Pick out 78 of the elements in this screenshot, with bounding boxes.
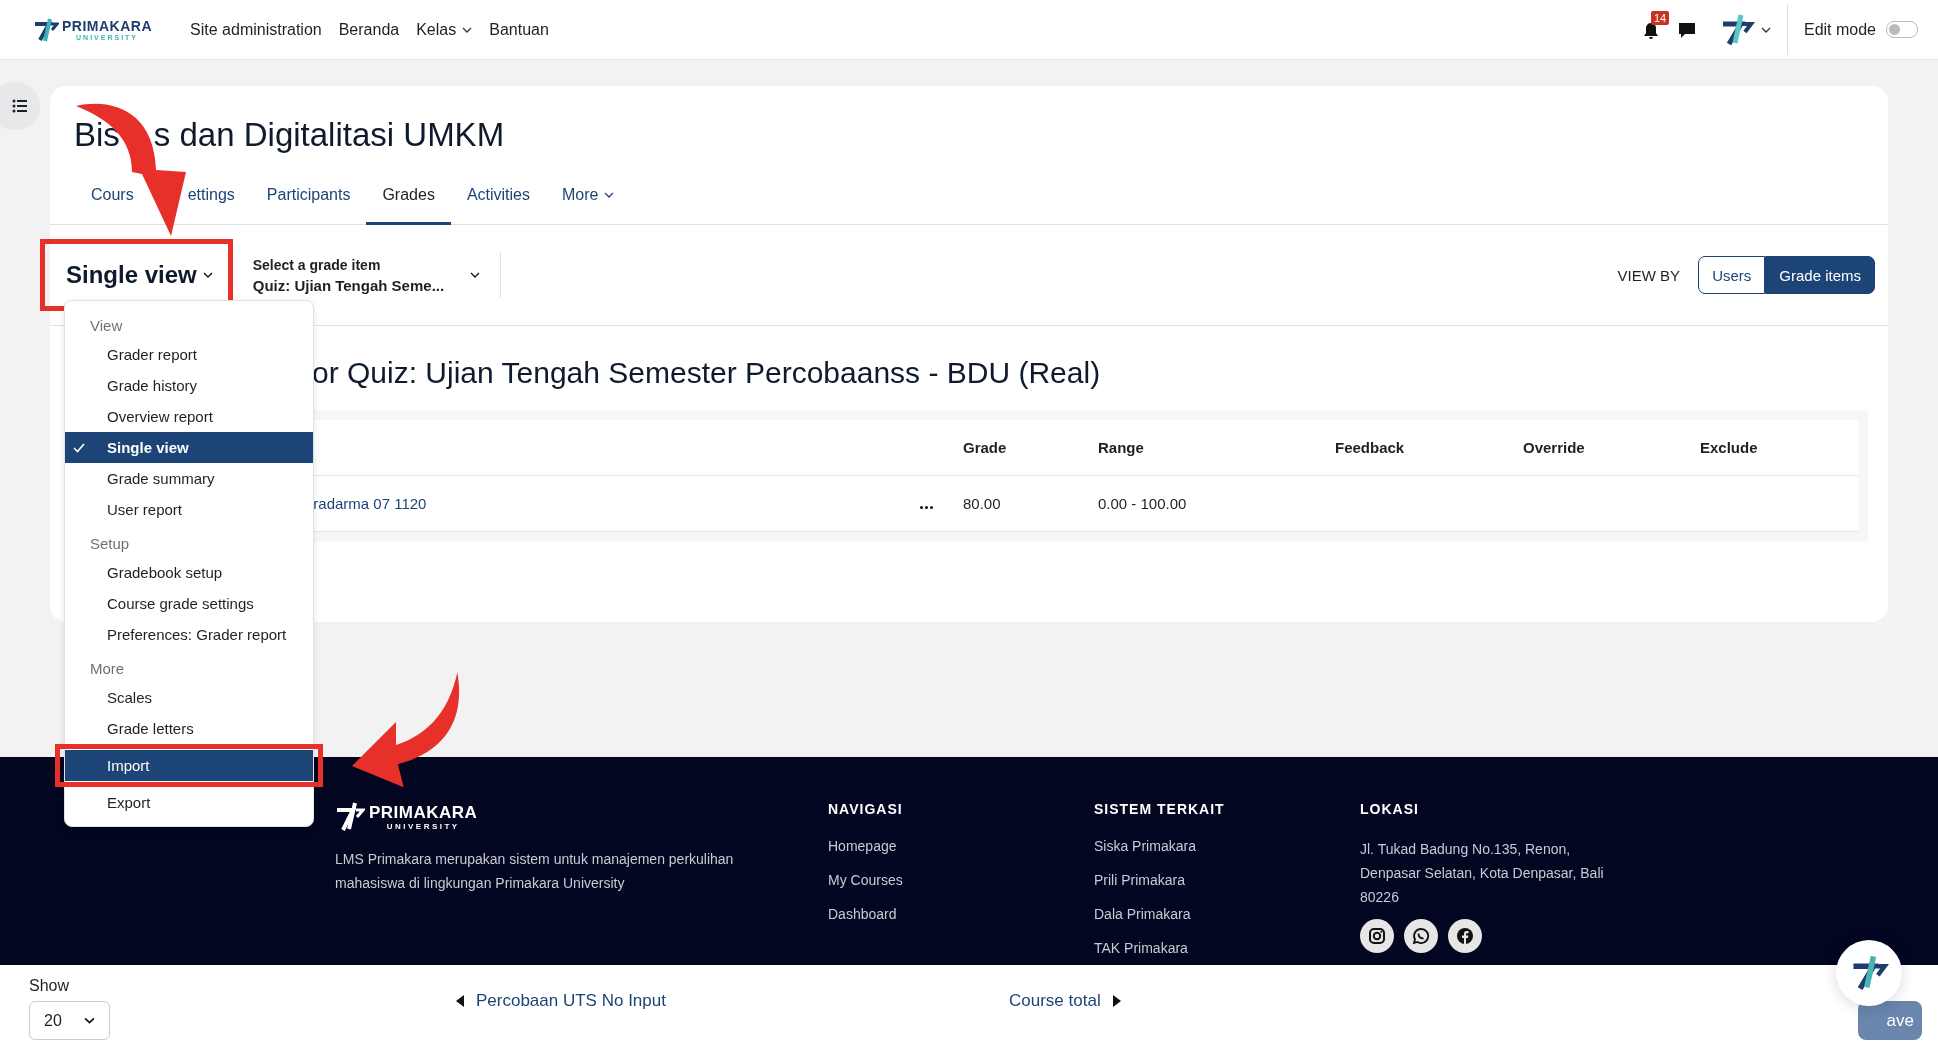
footer-link[interactable]: Prili Primakara: [1094, 863, 1360, 897]
chevron-icon: [470, 272, 481, 278]
course-tab[interactable]: Cours ettings: [75, 176, 251, 225]
menu-group-title: View: [89, 316, 124, 336]
column-header: Grade: [963, 439, 1007, 456]
course-tab[interactable]: Participants: [250, 176, 367, 225]
menu-item[interactable]: Single view: [65, 432, 313, 463]
menu-item[interactable]: Grader report: [65, 339, 313, 370]
column-header: Override: [1523, 439, 1585, 456]
address: Jl. Tukad Badung No.135, Renon, Denpasar Selatan, Kota Denpasar, Bali 80226: [1360, 840, 1605, 907]
footer-heading: NAVIGASI: [828, 801, 904, 817]
menu-item[interactable]: Grade summary: [65, 463, 313, 494]
view-by-label: VIEW BY: [1617, 266, 1681, 284]
column-header: Range: [1098, 439, 1144, 456]
footer-link[interactable]: My Courses: [828, 863, 1094, 897]
page-size-select[interactable]: 20: [29, 1001, 110, 1040]
triangle-left-icon: [456, 995, 464, 1007]
footer-link[interactable]: Siska Primakara: [1094, 829, 1360, 863]
menu-item[interactable]: Grade letters: [65, 713, 313, 744]
notification-badge: 14: [1650, 10, 1670, 25]
chevron-icon: [84, 1017, 95, 1024]
menu-item[interactable]: Preferences: Grader report: [65, 619, 313, 650]
nav-link[interactable]: Beranda: [338, 20, 400, 39]
column-header: Feedback: [1335, 439, 1405, 456]
chevron-icon[interactable]: [1760, 26, 1771, 33]
edit-mode-toggle[interactable]: [1886, 21, 1918, 38]
course-title: s dan Digitalitasi UMKM: [153, 116, 505, 154]
whatsapp-icon[interactable]: [1404, 919, 1438, 953]
course-tab[interactable]: Activities: [450, 176, 546, 225]
brand-name: PRIMAKARA: [62, 18, 153, 33]
nav-link[interactable]: Kelas: [416, 20, 473, 39]
brand-subtitle: UNIVERSITY: [386, 822, 460, 831]
triangle-right-icon: [1112, 995, 1121, 1007]
footer-link[interactable]: Dala Primakara: [1094, 897, 1360, 931]
menu-item[interactable]: Scales: [65, 682, 313, 713]
next-item-link[interactable]: Course total: [1009, 991, 1121, 1011]
footer-link[interactable]: TAK Primakara: [1094, 931, 1360, 965]
menu-group-title: Setup: [89, 534, 131, 554]
menu-group-title: More: [89, 659, 126, 679]
logo-icon[interactable]: [33, 16, 59, 43]
brand-name: PRIMAKARA: [369, 803, 478, 821]
menu-item[interactable]: Course grade settings: [65, 588, 313, 619]
footer-heading: LOKASI: [1360, 801, 1420, 817]
view-by-option[interactable]: Users: [1698, 256, 1766, 294]
save-button[interactable]: ave: [1858, 1001, 1922, 1040]
facebook-icon[interactable]: [1448, 919, 1482, 953]
show-label: Show: [29, 977, 71, 995]
column-header: Exclude: [1700, 439, 1758, 456]
grade-item-selector[interactable]: Select a grade item Quiz: Ujian Tengah Seme...: [252, 256, 481, 294]
drawer-toggle-button[interactable]: [0, 82, 40, 130]
menu-item[interactable]: Import: [65, 750, 313, 781]
course-tab[interactable]: Grades: [366, 176, 451, 225]
edit-mode-label: Edit mode: [1803, 20, 1876, 39]
menu-item[interactable]: User report: [65, 494, 313, 525]
footer-link[interactable]: Homepage: [828, 829, 1094, 863]
course-title: Bis: [74, 116, 120, 154]
logo-icon: [335, 801, 365, 833]
list-icon: [12, 99, 28, 113]
course-tab[interactable]: More: [546, 176, 631, 225]
chevron-icon: [202, 272, 213, 278]
menu-item[interactable]: Grade history: [65, 370, 313, 401]
menu-item[interactable]: Export: [65, 787, 313, 818]
nav-link[interactable]: Site administration: [190, 20, 322, 39]
view-by-option[interactable]: Grade items: [1765, 256, 1875, 294]
user-link[interactable]: iradarma 07 1120: [310, 495, 427, 512]
report-heading: or Quiz: Ujian Tengah Semester Percobaanss - BDU (Real): [312, 356, 1102, 390]
previous-item-link[interactable]: Percobaan UTS No Input: [456, 991, 1009, 1011]
nav-link[interactable]: Bantuan: [489, 20, 549, 39]
menu-item[interactable]: Overview report: [65, 401, 313, 432]
table-cell: 80.00: [963, 495, 1001, 512]
footer-description: LMS Primakara merupakan sistem untuk manajemen perkulihan mahasiswa di lingkungan Primakara University: [335, 850, 735, 893]
footer-heading: SISTEM TERKAIT: [1094, 801, 1226, 817]
menu-item[interactable]: Gradebook setup: [65, 557, 313, 588]
instagram-icon[interactable]: [1360, 919, 1394, 953]
footer-link[interactable]: Dashboard: [828, 897, 1094, 931]
check-icon: [73, 442, 85, 453]
table-cell: 0.00 - 100.00: [1098, 495, 1187, 512]
report-selector[interactable]: Single view: [63, 261, 213, 289]
